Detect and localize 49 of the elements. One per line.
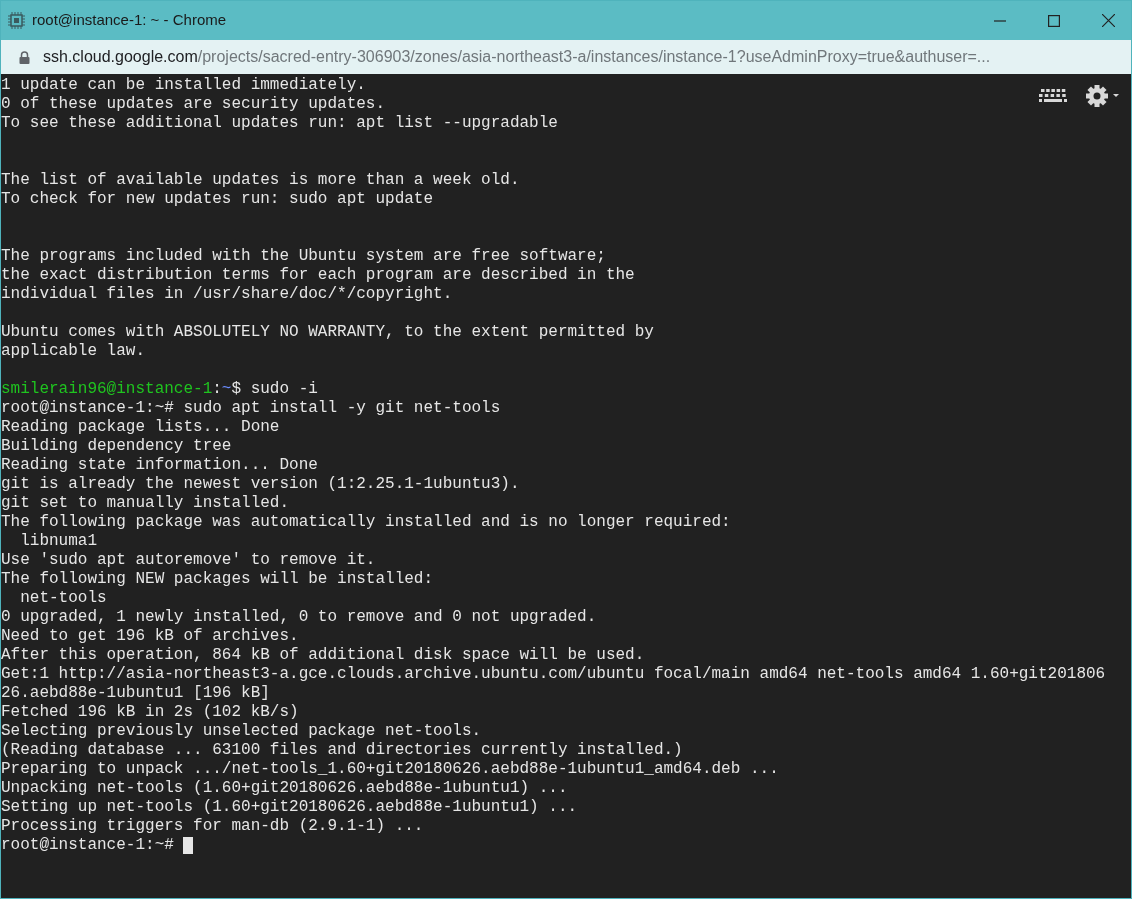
- terminal-text: root@instance-1:~# sudo apt install -y git net-tools: [1, 399, 501, 418]
- terminal-text: $ sudo -i: [231, 380, 318, 399]
- terminal-text: git is already the newest version (1:2.25.1-1ubuntu3).: [1, 475, 520, 494]
- keyboard-icon[interactable]: [1039, 88, 1067, 104]
- terminal-text: 1 update can be installed immediately.: [1, 76, 366, 95]
- terminal-text: To see these additional updates run: apt list --upgradable: [1, 114, 558, 133]
- terminal-text: The list of available updates is more than a week old.: [1, 171, 520, 190]
- terminal-text: Fetched 196 kB in 2s (102 kB/s): [1, 703, 299, 722]
- window-title: root@instance-1: ~ - Chrome: [32, 10, 227, 31]
- terminal-text: individual files in /usr/share/doc/*/copyright.: [1, 285, 453, 304]
- terminal-text: To check for new updates run: sudo apt update: [1, 190, 434, 209]
- terminal-text: Processing triggers for man-db (2.9.1-1) ...: [1, 817, 424, 836]
- terminal-text: Building dependency tree: [1, 437, 232, 456]
- terminal-text: root@instance-1:~#: [1, 836, 175, 855]
- address-bar[interactable]: ssh.cloud.google.com/projects/sacred-entry-306903/zones/asia-northeast3-a/instances/instance-1?useAdminProxy=true&authuser=...: [1, 40, 1131, 74]
- terminal-text: (Reading database ... 63100 files and directories currently installed.): [1, 741, 683, 760]
- terminal-text: Ubuntu comes with ABSOLUTELY NO WARRANTY, to the extent permitted by: [1, 323, 654, 342]
- terminal-text: Unpacking net-tools (1.60+git20180626.aebd88e-1ubuntu1) ...: [1, 779, 568, 798]
- minimize-icon: [994, 19, 1006, 22]
- cursor-block: [183, 837, 194, 854]
- terminal-text: Selecting previously unselected package net-tools.: [1, 722, 482, 741]
- prompt-path: ~: [221, 380, 232, 399]
- maximize-icon: [1048, 14, 1060, 27]
- terminal-text: Setting up net-tools (1.60+git20180626.aebd88e-1ubuntu1) ...: [1, 798, 578, 817]
- terminal-text: applicable law.: [1, 342, 146, 361]
- terminal-text: The programs included with the Ubuntu system are free software;: [1, 247, 606, 266]
- terminal-text: 0 of these updates are security updates.: [1, 95, 386, 114]
- settings-icon[interactable]: [1085, 84, 1119, 108]
- terminal-text: Reading package lists... Done: [1, 418, 280, 437]
- terminal-text: Need to get 196 kB of archives.: [1, 627, 299, 646]
- terminal-text: git set to manually installed.: [1, 494, 290, 513]
- terminal-text: The following NEW packages will be installed:: [1, 570, 434, 589]
- terminal-text: The following package was automatically installed and is no longer required:: [1, 513, 731, 532]
- terminal-text: Preparing to unpack .../net-tools_1.60+git20180626.aebd88e-1ubuntu1_amd64.deb ...: [1, 760, 779, 779]
- terminal-text: After this operation, 864 kB of additional disk space will be used.: [1, 646, 645, 665]
- terminal-text: 0 upgraded, 1 newly installed, 0 to remove and 0 not upgraded.: [1, 608, 597, 627]
- terminal-text: net-tools: [19, 589, 107, 608]
- terminal-text: Use 'sudo apt autoremove' to remove it.: [1, 551, 376, 570]
- url-text: ssh.cloud.google.com/projects/sacred-entry-306903/zones/asia-northeast3-a/instances/instance-1?useAdminProxy=true&authuser=...: [43, 47, 991, 67]
- terminal-text: 26.aebd88e-1ubuntu1 [196 kB]: [1, 684, 270, 703]
- prompt-user: smilerain96@instance-1: [1, 380, 213, 399]
- terminal-text: Get:1 http://asia-northeast3-a.gce.clouds.archive.ubuntu.com/ubuntu focal/main amd64 net-tools amd64 1.60+git201806: [1, 665, 1106, 684]
- close-icon: [1101, 14, 1115, 27]
- chip-icon: [8, 12, 25, 29]
- terminal-text: :: [212, 380, 222, 399]
- terminal-text: libnuma1: [19, 532, 97, 551]
- lock-icon: [19, 50, 30, 64]
- terminal-text: the exact distribution terms for each program are described in the: [1, 266, 635, 285]
- terminal-text: Reading state information... Done: [1, 456, 318, 475]
